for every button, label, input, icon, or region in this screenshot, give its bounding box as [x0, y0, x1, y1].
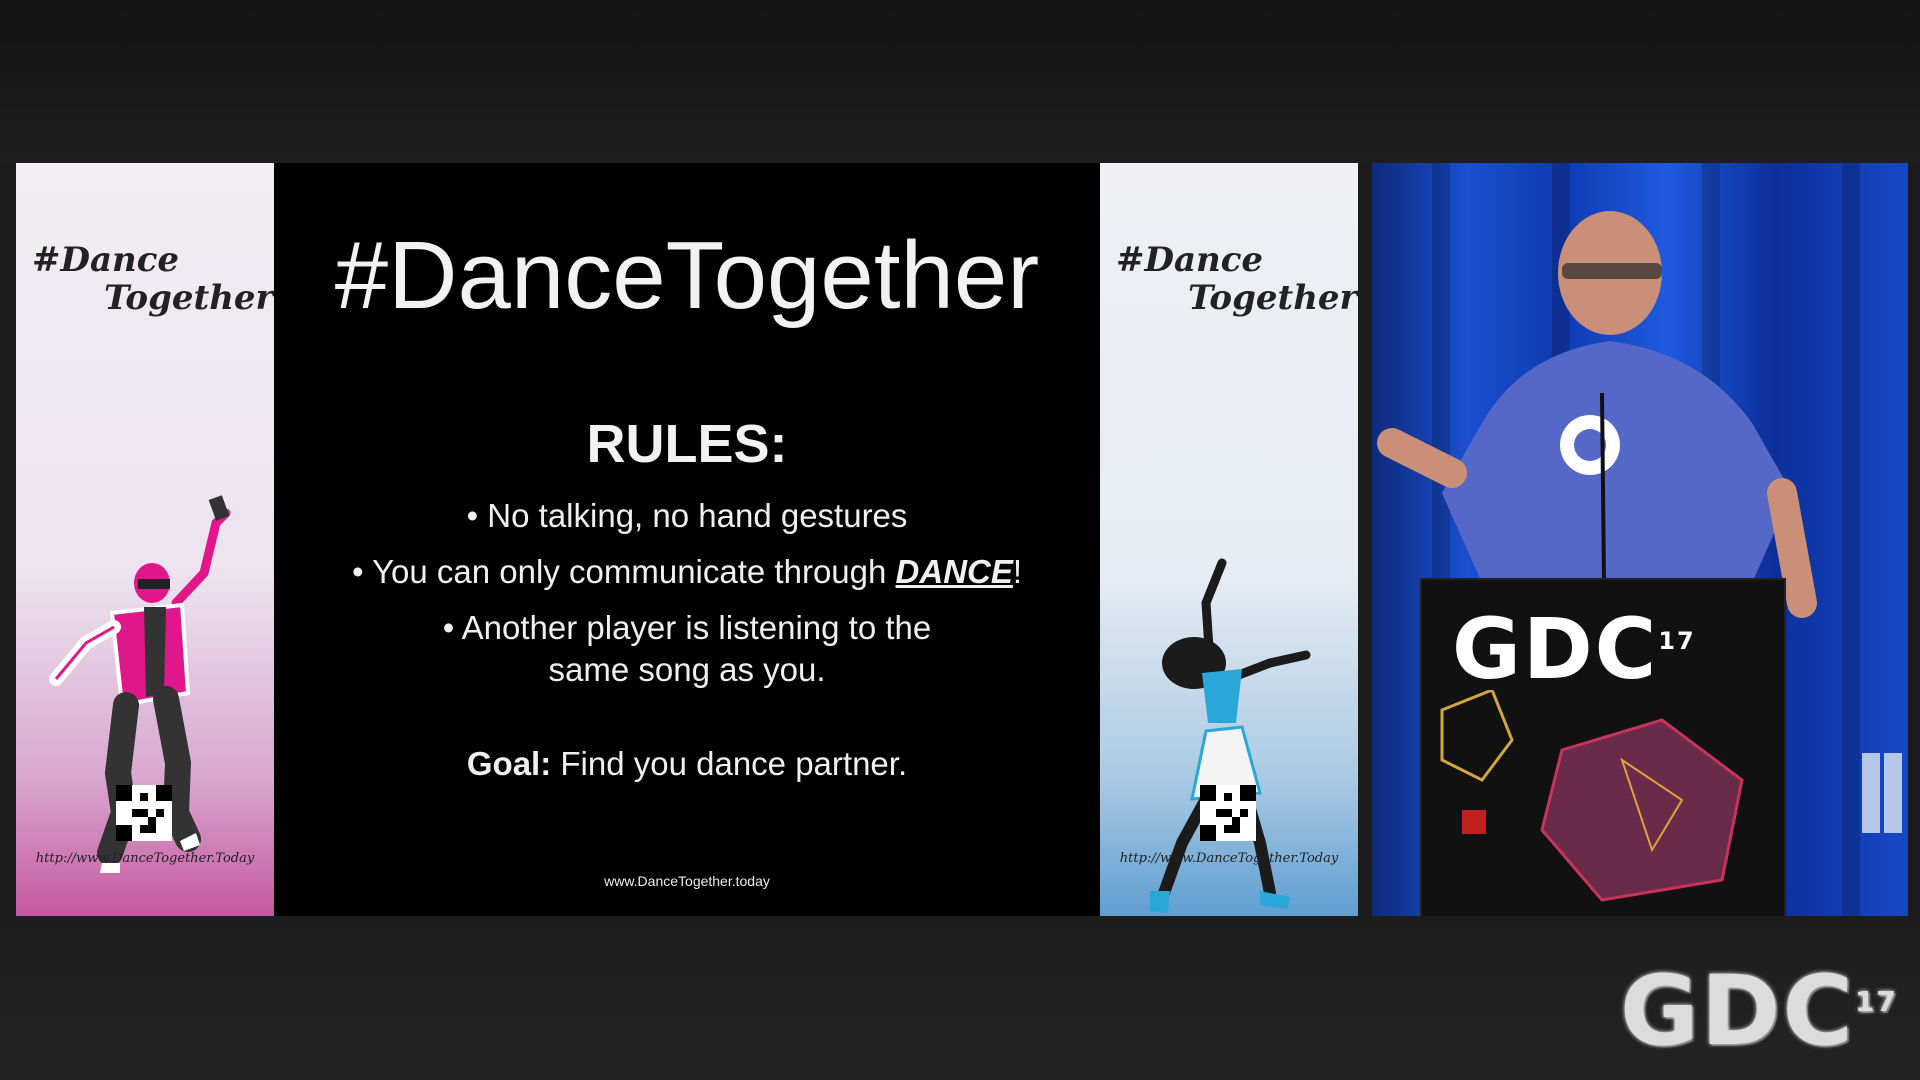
- background-top: [0, 0, 1920, 163]
- banner-left-url: http://www.DanceTogether.Today: [35, 851, 255, 866]
- qr-code-icon: [116, 785, 172, 841]
- slide-website: www.DanceTogether.today: [604, 873, 770, 889]
- rule-item-2-text: • You can only communicate through: [351, 553, 896, 590]
- rule-item-1: • No talking, no hand gestures: [466, 497, 908, 534]
- banner-left-title-line1: #Dance: [32, 240, 180, 280]
- goal-text: Find you dance partner.: [551, 745, 908, 782]
- presentation-slide: #Dance Together http://www.DanceTogether…: [16, 163, 1358, 916]
- podium-polyhedra-icon: [1440, 690, 1744, 902]
- podium-logo-text: GDC: [1452, 600, 1659, 698]
- banner-left-title-line2: Together: [104, 278, 274, 318]
- banner-right: #Dance Together http://www.DanceTogether…: [1100, 163, 1358, 916]
- banner-left-title: #Dance Together: [32, 240, 274, 318]
- banner-right-title-line2: Together: [1188, 278, 1358, 318]
- rule-item-2: • You can only communicate through DANCE…: [274, 551, 1100, 593]
- slide-main-content: #DanceTogether RULES: • No talking, no h…: [274, 163, 1100, 916]
- rules-heading: RULES:: [586, 414, 788, 474]
- banner-right-title: #Dance Together: [1116, 240, 1358, 318]
- rule-item-2-emphasis: DANCE: [895, 553, 1013, 590]
- overlay-logo-badge: 17: [1854, 985, 1898, 1018]
- banner-left: #Dance Together http://www.DanceTogether…: [16, 163, 274, 916]
- rule-item-2-suffix: !: [1012, 553, 1023, 590]
- rule-item-3-continued: same song as you.: [548, 651, 826, 688]
- gdc-watermark-logo: GDC17: [1620, 955, 1898, 1067]
- goal-label: Goal:: [466, 745, 552, 782]
- podium-gdc-logo: GDC17: [1452, 600, 1696, 698]
- overlay-logo-text: GDC: [1620, 955, 1855, 1067]
- podium-logo-badge: 17: [1658, 627, 1696, 655]
- speaker-video: GDC17: [1372, 163, 1908, 916]
- qr-code-icon: [1200, 785, 1256, 841]
- banner-right-title-line1: #Dance: [1116, 240, 1264, 280]
- podium: GDC17: [1420, 578, 1786, 916]
- banner-right-url: http://www.DanceTogether.Today: [1119, 851, 1339, 866]
- slide-title: #DanceTogether: [334, 222, 1040, 329]
- rule-item-3: • Another player is listening to the: [442, 609, 932, 646]
- goal-line: Goal: Find you dance partner.: [274, 745, 1100, 783]
